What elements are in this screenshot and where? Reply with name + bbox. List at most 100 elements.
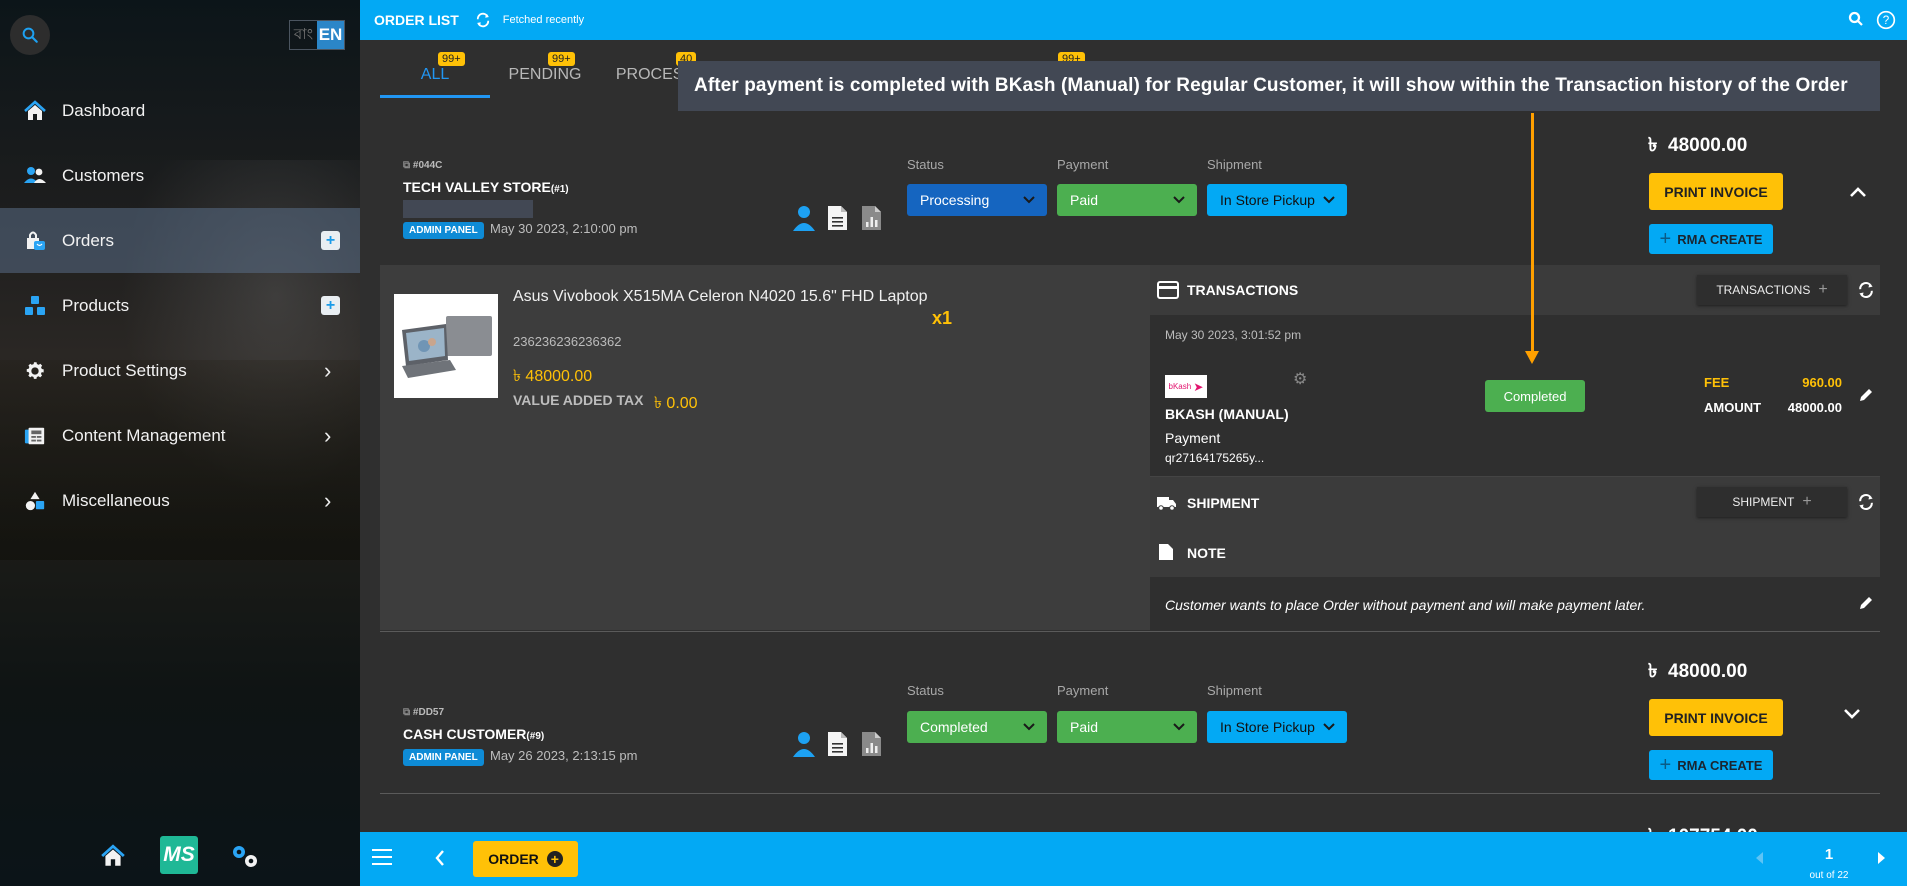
menu-button[interactable] xyxy=(372,848,392,871)
pencil-icon xyxy=(1860,597,1872,609)
caret-right-icon xyxy=(1878,852,1885,864)
print-invoice-button[interactable]: PRINT INVOICE xyxy=(1649,699,1783,736)
truck-icon xyxy=(1157,495,1177,516)
gears-icon xyxy=(233,846,257,867)
tab-all[interactable]: 99+ ALL xyxy=(380,52,490,98)
gear-icon[interactable]: ⚙ xyxy=(1293,369,1307,389)
report-icon[interactable] xyxy=(862,731,881,761)
edit-transaction-button[interactable] xyxy=(1858,387,1874,408)
add-shipment-button[interactable]: SHIPMENT + xyxy=(1697,487,1847,517)
tab-badge: 99+ xyxy=(548,52,575,66)
gear-icon xyxy=(22,358,48,384)
sidebar-item-miscellaneous[interactable]: Miscellaneous › xyxy=(0,468,360,533)
transactions-title: TRANSACTIONS xyxy=(1187,282,1299,298)
customer-icon[interactable] xyxy=(792,731,816,762)
product-quantity: x1 xyxy=(932,308,953,328)
sidebar-item-products[interactable]: Products + xyxy=(0,273,360,338)
plus-icon: + xyxy=(1659,227,1672,250)
customer-name[interactable]: CASH CUSTOMER(#9) xyxy=(403,726,544,742)
chevron-right-icon: › xyxy=(324,487,332,513)
customer-name[interactable]: TECH VALLEY STORE(#1) xyxy=(403,179,569,195)
sidebar: বাং EN Dashboard Customers Orders + Prod… xyxy=(0,0,360,886)
invoice-icon[interactable] xyxy=(828,205,847,235)
newspaper-icon xyxy=(22,423,48,449)
language-en[interactable]: EN xyxy=(317,21,344,49)
divider xyxy=(380,793,1880,794)
status-select[interactable]: Completed xyxy=(907,711,1047,743)
new-order-button[interactable]: ORDER + xyxy=(473,841,578,877)
amount-value: 48000.00 xyxy=(1787,400,1842,415)
sidebar-item-orders[interactable]: Orders + xyxy=(0,208,360,273)
order-id[interactable]: ⧉ #044C xyxy=(403,160,442,171)
refresh-icon xyxy=(1859,493,1873,511)
language-bn[interactable]: বাং xyxy=(290,21,317,49)
sidebar-item-label: Products xyxy=(62,295,130,315)
edit-note-button[interactable] xyxy=(1858,595,1874,616)
rma-create-button[interactable]: + RMA CREATE xyxy=(1649,224,1773,254)
next-page-button[interactable] xyxy=(1877,851,1885,869)
svg-text:?: ? xyxy=(1883,14,1890,27)
settings-button[interactable] xyxy=(228,836,264,876)
chevron-down-icon xyxy=(1023,723,1035,731)
home-button[interactable] xyxy=(98,836,128,876)
refresh-transactions-button[interactable] xyxy=(1855,280,1877,305)
chevron-up-icon xyxy=(1850,187,1866,197)
boxes-icon xyxy=(22,293,48,319)
transaction-date: May 30 2023, 3:01:52 pm xyxy=(1165,328,1302,342)
top-bar: ORDER LIST Fetched recently ? xyxy=(360,0,1907,40)
sidebar-item-customers[interactable]: Customers xyxy=(0,143,360,208)
payment-select[interactable]: Paid xyxy=(1057,711,1197,743)
language-switch[interactable]: বাং EN xyxy=(289,20,345,50)
order-total: ৳ 48000.00 xyxy=(1648,661,1748,682)
payment-label: Payment xyxy=(1057,683,1109,698)
order-tabs: 99+ ALL 99+ PENDING 40 PROCESS 99+ xyxy=(380,52,1085,98)
topbar-search-button[interactable] xyxy=(1847,10,1865,33)
tab-label: ALL xyxy=(420,66,450,83)
status-select[interactable]: Processing xyxy=(907,184,1047,216)
sidebar-item-dashboard[interactable]: Dashboard xyxy=(0,78,360,143)
divider xyxy=(1150,476,1880,477)
shipment-select[interactable]: In Store Pickup xyxy=(1207,711,1347,743)
transaction-method: BKASH (MANUAL) xyxy=(1165,406,1289,422)
sidebar-item-label: Product Settings xyxy=(62,360,187,380)
add-order-button[interactable]: + xyxy=(321,231,340,250)
app-logo[interactable]: MS xyxy=(160,836,198,874)
shipment-select[interactable]: In Store Pickup xyxy=(1207,184,1347,216)
search-icon xyxy=(22,27,38,43)
plus-icon: + xyxy=(1802,493,1812,510)
chevron-left-icon xyxy=(435,850,444,866)
fetch-status: Fetched recently xyxy=(502,14,585,26)
sidebar-search-button[interactable] xyxy=(10,15,50,55)
back-button[interactable] xyxy=(434,848,446,873)
add-transaction-button[interactable]: TRANSACTIONS + xyxy=(1697,275,1847,305)
payment-select[interactable]: Paid xyxy=(1057,184,1197,216)
customer-icon[interactable] xyxy=(792,205,816,236)
expand-order-button[interactable] xyxy=(1842,707,1862,726)
home-icon xyxy=(22,98,48,124)
rma-create-button[interactable]: + RMA CREATE xyxy=(1649,750,1773,780)
order-id[interactable]: ⧉ #DD57 xyxy=(403,707,444,718)
payment-label: Payment xyxy=(1057,157,1109,172)
chevron-right-icon: › xyxy=(324,357,332,383)
shipment-label: Shipment xyxy=(1207,157,1262,172)
order-date: May 26 2023, 2:13:15 pm xyxy=(490,748,638,763)
pencil-icon xyxy=(1860,389,1872,401)
sidebar-item-product-settings[interactable]: Product Settings › xyxy=(0,338,360,403)
report-icon[interactable] xyxy=(862,205,881,235)
tax-value: ৳ 0.00 xyxy=(654,395,698,412)
tab-pending[interactable]: 99+ PENDING xyxy=(490,52,600,98)
refresh-shipment-button[interactable] xyxy=(1855,492,1877,517)
print-invoice-button[interactable]: PRINT INVOICE xyxy=(1649,173,1783,210)
prev-page-button[interactable] xyxy=(1756,851,1764,869)
add-product-button[interactable]: + xyxy=(321,296,340,315)
sidebar-item-content-management[interactable]: Content Management › xyxy=(0,403,360,468)
current-page: 1 xyxy=(1824,846,1834,863)
refresh-button[interactable] xyxy=(473,11,493,29)
page-title: ORDER LIST xyxy=(374,12,459,28)
amount-label: AMOUNT xyxy=(1704,400,1762,415)
product-name[interactable]: Asus Vivobook X515MA Celeron N4020 15.6"… xyxy=(513,285,933,309)
invoice-icon[interactable] xyxy=(828,731,847,761)
tab-label: PENDING xyxy=(508,66,582,83)
help-button[interactable]: ? xyxy=(1876,10,1896,35)
collapse-order-button[interactable] xyxy=(1848,185,1868,204)
